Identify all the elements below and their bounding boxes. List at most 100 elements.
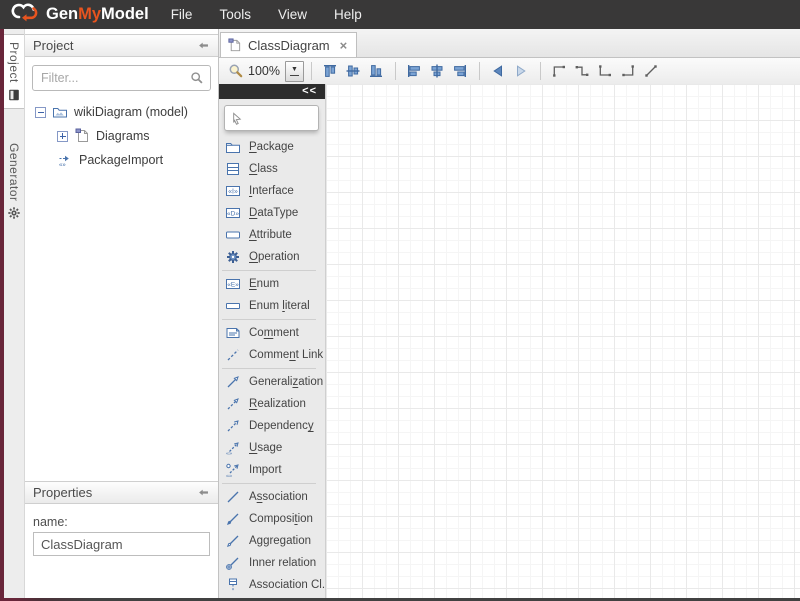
toolbar-align-top-button[interactable] [319, 60, 342, 82]
toolbar-separator [311, 62, 312, 80]
tree-node-label: wikiDiagram (model) [74, 105, 188, 119]
align-right-icon [452, 63, 468, 79]
tree-node-diagrams[interactable]: Diagrams [25, 124, 218, 148]
palette-tool-label: Dependency [249, 420, 314, 432]
palette-tool-usage[interactable]: «»Usage [218, 437, 325, 459]
palette-tool-interface[interactable]: «I»Interface [218, 180, 325, 202]
svg-text:«»: «» [226, 474, 232, 479]
palette-tool-association-cl[interactable]: Association Cl... [218, 574, 325, 596]
tab-classdiagram[interactable]: ClassDiagram × [220, 32, 357, 57]
name-input[interactable] [33, 532, 210, 556]
association-icon [225, 489, 241, 505]
collapse-panel-arrow-icon[interactable] [197, 39, 210, 52]
usage-icon: «» [225, 440, 241, 456]
palette-tool-generalization[interactable]: Generalization [218, 371, 325, 393]
svg-text:«»: «» [226, 451, 232, 456]
side-rail: Project Generator [4, 29, 25, 598]
palette-tool-package[interactable]: Package [218, 136, 325, 158]
menu-tools[interactable]: Tools [219, 7, 251, 22]
palette-tool-realization[interactable]: Realization [218, 393, 325, 415]
toolbar-align-center-button[interactable] [426, 60, 449, 82]
package-import-icon: «» [57, 152, 73, 168]
palette-tool-label: Operation [249, 251, 300, 263]
palette-tool-import[interactable]: «» Import [218, 459, 325, 481]
menu-view[interactable]: View [278, 7, 307, 22]
tree-node-packageimport[interactable]: «»PackageImport [25, 148, 218, 172]
palette-tool-label: DataType [249, 207, 298, 219]
palette-tool-composition[interactable]: Composition [218, 508, 325, 530]
rail-tab-label: Project [7, 42, 21, 83]
tree-node-wikidiagram-model[interactable]: wikiDiagram (model) [25, 100, 218, 124]
svg-text:«»: «» [59, 163, 66, 169]
palette-tool-label: Association [249, 491, 308, 503]
datatype-icon: «D» [225, 205, 241, 221]
expand-toggle-icon[interactable] [57, 131, 68, 142]
toolbar-connector-zigzag-button[interactable] [571, 60, 594, 82]
toolbar-flip-right-button[interactable] [510, 60, 533, 82]
collapse-panel-arrow-icon[interactable] [197, 486, 210, 499]
toolbar-align-middle-button[interactable] [342, 60, 365, 82]
filter-input[interactable] [32, 65, 211, 91]
palette-tool-enum-literal[interactable]: Enum literal [218, 295, 325, 317]
palette-separator [222, 483, 316, 484]
project-tree: wikiDiagram (model) Diagrams«»PackageImpo… [25, 100, 218, 172]
aggregation-icon [225, 533, 241, 549]
palette-tool-label: Class [249, 163, 278, 175]
palette-tool-label: Enum [249, 278, 279, 290]
toolbar-connector-corner-topleft-button[interactable] [548, 60, 571, 82]
align-middle-icon [345, 63, 361, 79]
zoom-level: 100% [248, 64, 280, 78]
menubar: GenMyModel File Tools View Help [0, 0, 800, 29]
palette-tool-operation[interactable]: Operation [218, 246, 325, 268]
palette-tool-dependency[interactable]: Dependency [218, 415, 325, 437]
palette-tool-aggregation[interactable]: Aggregation [218, 530, 325, 552]
collapse-toggle-icon[interactable] [35, 107, 46, 118]
realization-icon [225, 396, 241, 412]
palette-tool-enum[interactable]: «E» Enum [218, 273, 325, 295]
palette-tool-label: Import [249, 464, 282, 476]
palette-tool-datatype[interactable]: «D» DataType [218, 202, 325, 224]
toolbar-align-left-button[interactable] [403, 60, 426, 82]
align-center-icon [429, 63, 445, 79]
attribute-icon [225, 227, 241, 243]
palette-tool-label: Association Cl... [249, 579, 325, 591]
svg-text:«D»: «D» [227, 210, 239, 217]
toolbar-separator [540, 62, 541, 80]
toolbar-flip-left-button[interactable] [487, 60, 510, 82]
toolbar-connector-straight-button[interactable] [640, 60, 663, 82]
tabstrip: ClassDiagram × [218, 29, 800, 58]
diagram-file-icon [74, 128, 90, 144]
toolbar-align-bottom-button[interactable] [365, 60, 388, 82]
tab-close-icon[interactable]: × [340, 38, 348, 53]
palette-tool-comment[interactable]: Comment [218, 322, 325, 344]
toolbar-align-right-button[interactable] [449, 60, 472, 82]
palette-collapse-button[interactable]: << [302, 85, 317, 97]
editor-area: ClassDiagram × 100% ▼ << [218, 29, 800, 598]
genmymodel-logo[interactable]: GenMyModel [10, 1, 149, 28]
svg-text:«E»: «E» [227, 281, 239, 288]
menu-help[interactable]: Help [334, 7, 362, 22]
palette-tool-label: Attribute [249, 229, 292, 241]
properties-panel-title: Properties [33, 485, 92, 500]
palette-tool-association[interactable]: Association [218, 486, 325, 508]
toolbar-connector-corner-bottomleft-button[interactable] [594, 60, 617, 82]
zoom-dropdown-button[interactable]: ▼ [285, 61, 304, 82]
rail-tab-generator[interactable]: Generator [4, 136, 24, 227]
palette-tool-inner-relation[interactable]: Inner relation [218, 552, 325, 574]
palette-tool-label: Interface [249, 185, 294, 197]
enum-literal-icon [225, 298, 241, 314]
operation-icon [225, 249, 241, 265]
menu-file[interactable]: File [171, 7, 193, 22]
palette-tool-comment-link[interactable]: Comment Link [218, 344, 325, 366]
align-left-icon [406, 63, 422, 79]
palette-tool-attribute[interactable]: Attribute [218, 224, 325, 246]
selection-tool-button[interactable] [224, 105, 319, 131]
rail-tab-project[interactable]: Project [4, 34, 24, 109]
palette-tool-label: Aggregation [249, 535, 311, 547]
palette-header: << [218, 84, 325, 99]
palette-tool-label: Comment Link [249, 349, 323, 361]
connector-zigzag-icon [574, 63, 590, 79]
magnifier-icon [228, 63, 244, 79]
toolbar-connector-corner-bottomright-button[interactable] [617, 60, 640, 82]
palette-tool-class[interactable]: Class [218, 158, 325, 180]
